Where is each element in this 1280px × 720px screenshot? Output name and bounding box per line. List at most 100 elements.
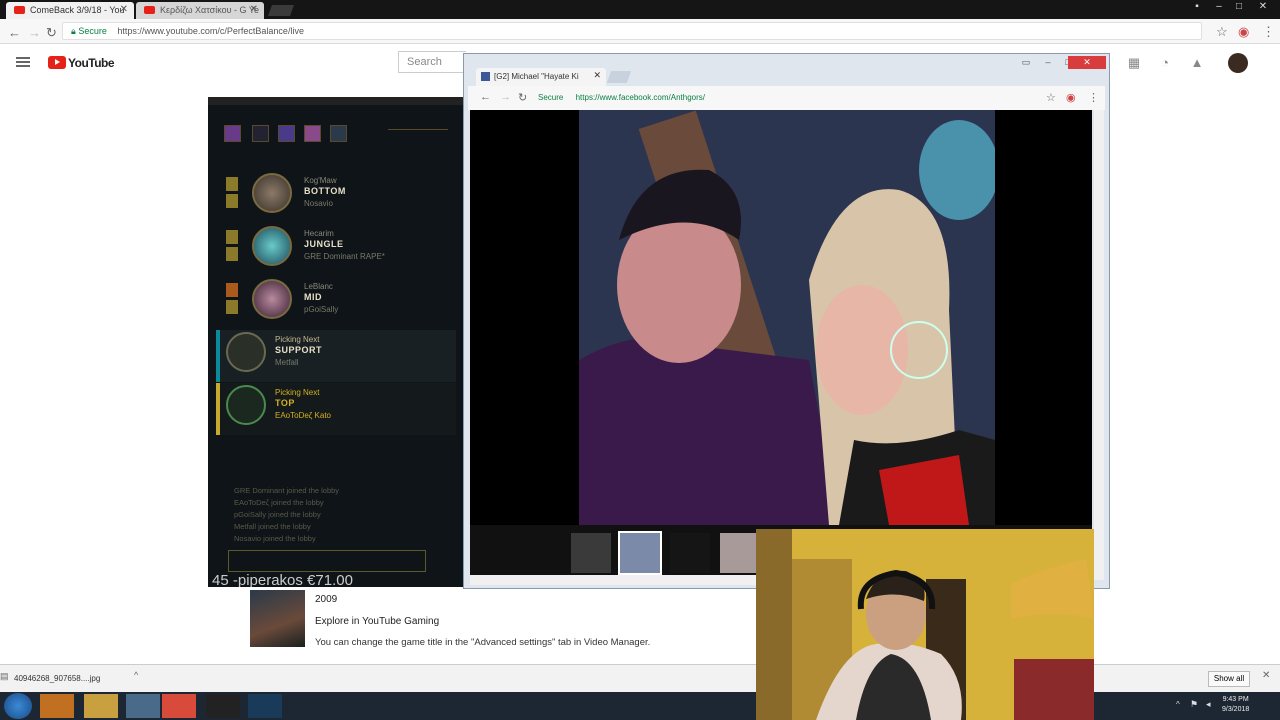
youtube-logo-icon[interactable]: [48, 56, 66, 69]
game-thumbnail[interactable]: [250, 590, 305, 647]
webcam-overlay: [756, 529, 1094, 720]
new-tab-button[interactable]: [606, 71, 632, 83]
hamburger-menu-icon[interactable]: [16, 57, 30, 67]
clock-date: 9/3/2018: [1222, 706, 1250, 713]
champion-name: LeBlanc: [304, 282, 333, 291]
player-name: GRE Dominant RAPE*: [304, 252, 385, 261]
close-tab-icon[interactable]: ✕: [250, 4, 258, 15]
player-name: pGoiSally: [304, 305, 339, 314]
chevron-up-icon[interactable]: ^: [134, 670, 138, 680]
champion-name: Hecarim: [304, 229, 334, 238]
explore-gaming-link[interactable]: Explore in YouTube Gaming: [315, 616, 439, 627]
role-label: BOTTOM: [304, 186, 346, 196]
action-center-flag-icon[interactable]: ⚑: [1190, 699, 1198, 710]
new-tab-button[interactable]: [267, 5, 295, 16]
messages-icon[interactable]: ◔: [1158, 56, 1172, 70]
bookmark-star-icon[interactable]: ☆: [1046, 91, 1056, 104]
close-tab-icon[interactable]: ✕: [120, 4, 128, 15]
team-slot-mid: LeBlanc MID pGoiSally: [216, 277, 456, 329]
team-slot-top: Picking Next TOP EAoToDeζ Kato: [216, 383, 456, 435]
reload-icon[interactable]: ↻: [518, 91, 527, 104]
forward-icon[interactable]: →: [500, 91, 511, 103]
app-icon[interactable]: [126, 694, 160, 718]
photo-viewer: [470, 110, 1092, 525]
reload-icon[interactable]: ↻: [46, 25, 57, 41]
tab-label: [G2] Michael "Hayate Ki: [494, 72, 579, 81]
media-player-icon[interactable]: [40, 694, 74, 718]
user-profile-icon[interactable]: ▪: [1188, 0, 1206, 14]
close-window-icon[interactable]: ✕: [1254, 0, 1272, 14]
file-icon: ▤: [0, 671, 9, 681]
windows-start-icon[interactable]: [4, 693, 32, 719]
role-label: MID: [304, 292, 322, 302]
summoner-spells: [226, 230, 238, 262]
menu-kebab-icon[interactable]: ⋮: [1262, 24, 1275, 40]
extension-icon[interactable]: ◉: [1238, 24, 1249, 40]
user-profile-icon[interactable]: ▭: [1016, 56, 1036, 69]
extension-icon[interactable]: ◉: [1066, 91, 1076, 104]
champion-portrait: [252, 173, 292, 213]
vertical-scrollbar[interactable]: [1094, 110, 1104, 580]
download-item[interactable]: 40946268_907658....jpg: [14, 674, 100, 683]
player-name: Nosavio: [304, 199, 333, 208]
close-window-icon[interactable]: ✕: [1068, 56, 1106, 69]
photo-thumbnail[interactable]: [571, 533, 611, 573]
photo-thumbnail[interactable]: [670, 533, 710, 573]
close-tab-icon[interactable]: ✕: [593, 70, 601, 81]
game-titlebar: [208, 97, 466, 105]
url-text: https://www.facebook.com/Anthgors/: [575, 93, 705, 102]
tab-facebook[interactable]: [G2] Michael "Hayate Ki ✕: [476, 68, 606, 86]
forward-icon[interactable]: →: [28, 25, 41, 40]
youtube-favicon-icon: [144, 6, 155, 14]
player-name: EAoToDeζ Kato: [275, 411, 332, 420]
lobby-log-line: Metfall joined the lobby: [234, 522, 311, 531]
bookmark-star-icon[interactable]: ☆: [1216, 24, 1228, 40]
photo-thumbnail[interactable]: [720, 533, 760, 573]
chrome-icon[interactable]: [162, 694, 196, 718]
role-label: SUPPORT: [275, 345, 323, 355]
divider: [388, 129, 448, 130]
popup-address-bar: ← → ↻ Secure https://www.facebook.com/An…: [468, 86, 1105, 110]
champion-portrait: [252, 279, 292, 319]
minimize-icon[interactable]: –: [1210, 0, 1228, 14]
lobby-log-line: Nosavio joined the lobby: [234, 534, 316, 543]
chat-input[interactable]: [228, 550, 426, 572]
url-input[interactable]: 🔒︎ Secure https://www.youtube.com/c/Perf…: [62, 22, 1202, 40]
system-clock[interactable]: 9:43 PM 9/3/2018: [1222, 695, 1249, 715]
champion-ban-icon: [252, 125, 269, 142]
volume-icon[interactable]: ◂: [1206, 699, 1211, 710]
champion-ban-icon: [224, 125, 241, 142]
tab-youtube-other[interactable]: Κερδίζω Χατσίκου - G Ye ✕: [136, 2, 264, 19]
back-icon[interactable]: ←: [8, 25, 21, 40]
champion-ban-icon: [304, 125, 321, 142]
obs-icon[interactable]: [206, 694, 240, 718]
facebook-favicon-icon: [481, 72, 490, 81]
minimize-icon[interactable]: –: [1038, 56, 1058, 69]
file-explorer-icon[interactable]: [84, 694, 118, 718]
champion-ban-icon: [330, 125, 347, 142]
search-input[interactable]: Search: [398, 51, 466, 73]
champion-name: Kog'Maw: [304, 176, 337, 185]
close-downloads-icon[interactable]: ✕: [1262, 670, 1270, 681]
photo-thumbnail-selected[interactable]: [618, 531, 662, 575]
apps-grid-icon[interactable]: ▦: [1127, 56, 1141, 70]
photo-image[interactable]: [579, 110, 995, 525]
game-year: 2009: [315, 594, 338, 605]
url-input[interactable]: Secure https://www.facebook.com/Anthgors…: [538, 89, 1038, 106]
selfie-illustration: [579, 110, 995, 525]
menu-kebab-icon[interactable]: ⋮: [1088, 91, 1099, 104]
maximize-icon[interactable]: □: [1230, 0, 1248, 14]
show-all-button[interactable]: Show all: [1208, 671, 1250, 687]
avatar[interactable]: [1228, 53, 1248, 73]
picking-status: Picking Next: [275, 335, 320, 344]
tab-youtube-live[interactable]: ComeBack 3/9/18 - You ✕: [6, 2, 134, 19]
back-icon[interactable]: ←: [480, 91, 491, 103]
league-client-icon[interactable]: [248, 694, 282, 718]
notifications-bell-icon[interactable]: ▲: [1190, 56, 1204, 70]
champion-ban-icon: [278, 125, 295, 142]
clock-time: 9:43 PM: [1222, 696, 1249, 703]
youtube-brand[interactable]: YouTube: [68, 56, 115, 70]
team-slot-bottom: Kog'Maw BOTTOM Nosavio: [216, 171, 456, 223]
show-hidden-icons-icon[interactable]: ^: [1176, 700, 1180, 709]
game-client-window: Kog'Maw BOTTOM Nosavio Hecarim JUNGLE GR…: [208, 97, 466, 587]
